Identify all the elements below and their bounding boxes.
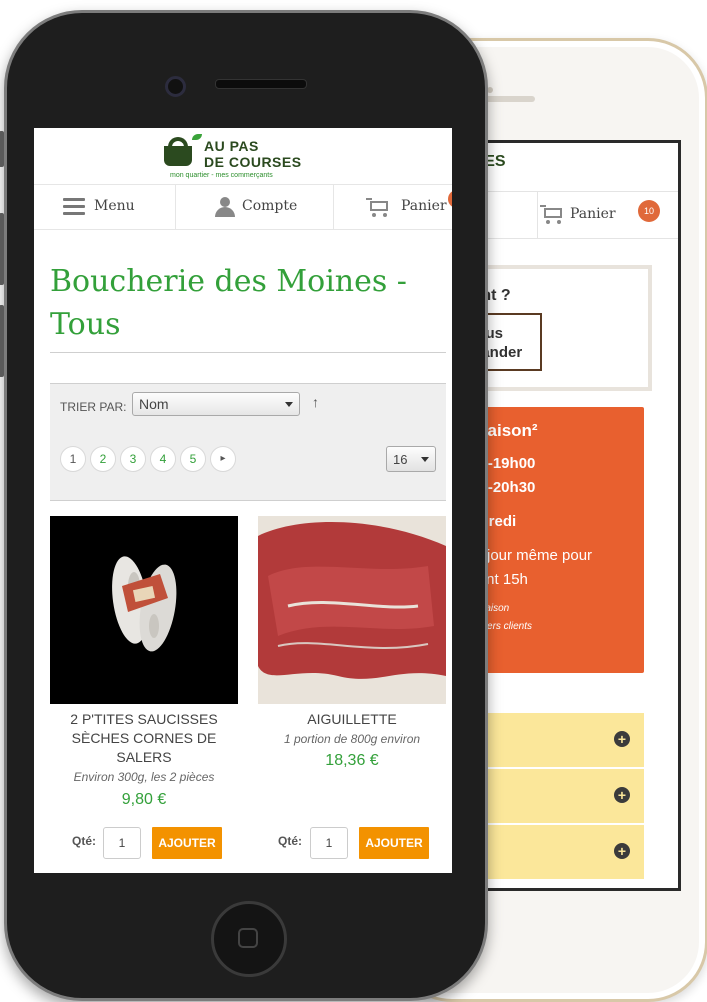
back-accordion-item-1[interactable]: + <box>462 713 644 769</box>
front-speaker <box>215 79 307 89</box>
back-phone-screen: RSES s pte Panier 10 ient ? vous mander … <box>462 140 681 891</box>
nav-cart-label: Panier <box>401 198 447 214</box>
page-title: Boucherie des Moines - Tous <box>50 264 407 342</box>
sort-direction-icon[interactable]: ↑ <box>312 394 319 410</box>
nav-account-button[interactable]: Compte <box>176 185 333 229</box>
user-icon <box>214 197 236 217</box>
front-phone-screen: AU PAS DE COURSES mon quartier - mes com… <box>34 128 452 873</box>
back-nav-divider <box>537 192 538 238</box>
front-camera-icon <box>165 76 186 97</box>
per-page-value: 16 <box>393 452 408 467</box>
product-name[interactable]: AIGUILLETTE <box>258 710 446 729</box>
product-description: Environ 300g, les 2 pièces <box>73 770 215 784</box>
sort-select-value: Nom <box>139 396 169 412</box>
nav-cart-button[interactable]: Panier <box>334 185 452 229</box>
logo-text-line2: DE COURSES <box>204 154 302 170</box>
chevron-down-icon <box>285 402 293 407</box>
page-link-3[interactable]: 3 <box>120 446 146 472</box>
listing-toolbar: TRIER PAR: Nom ↑ 1 2 3 4 5 ▸ 16 <box>50 383 446 501</box>
logo-tagline: mon quartier - mes commerçants <box>170 172 273 179</box>
nav-menu-label: Menu <box>94 198 135 214</box>
add-to-cart-button[interactable]: AJOUTER <box>152 827 222 859</box>
home-button[interactable] <box>211 901 287 977</box>
back-accordion-item-2[interactable]: + <box>462 769 644 825</box>
product-price: 9,80 € <box>121 791 167 808</box>
page-link-5[interactable]: 5 <box>180 446 206 472</box>
chevron-down-icon <box>421 457 429 462</box>
page-link-2[interactable]: 2 <box>90 446 116 472</box>
next-page-icon[interactable]: ▸ <box>210 446 236 472</box>
back-delivery-panel: livraison² h15-19h00 h45-20h30 endredi ²… <box>462 407 644 673</box>
basket-icon <box>164 146 192 166</box>
nav-menu-button[interactable]: Menu <box>34 185 175 229</box>
product-image[interactable] <box>258 516 446 704</box>
title-divider <box>50 352 446 353</box>
sort-select[interactable]: Nom <box>132 392 300 416</box>
plus-circle-icon[interactable]: + <box>614 787 630 803</box>
back-nav-cart-label[interactable]: Panier <box>570 206 616 222</box>
front-phone-volume-down <box>0 305 4 377</box>
main-nav: Menu Compte Panier <box>34 184 452 230</box>
quantity-label: Qté: <box>72 834 96 848</box>
product-image[interactable] <box>50 516 238 704</box>
product-description: 1 portion de 800g environ <box>283 732 421 746</box>
quantity-label: Qté: <box>278 834 302 848</box>
quantity-input[interactable]: 1 <box>310 827 348 859</box>
sort-label: TRIER PAR: <box>60 400 127 414</box>
cart-icon <box>366 198 392 218</box>
page-link-1[interactable]: 1 <box>60 446 86 472</box>
plus-circle-icon[interactable]: + <box>614 843 630 859</box>
back-cart-icon[interactable] <box>540 205 566 225</box>
leaf-icon <box>192 134 202 140</box>
back-nav-bar: pte Panier 10 <box>462 191 678 239</box>
hamburger-icon <box>63 198 85 216</box>
per-page-select[interactable]: 16 <box>386 446 436 472</box>
cart-count-badge <box>448 190 452 208</box>
product-name[interactable]: 2 P'TITES SAUCISSES SÈCHES CORNES DE SAL… <box>50 710 238 767</box>
back-accordion-item-3[interactable]: + <box>462 825 644 881</box>
nav-account-label: Compte <box>242 198 298 214</box>
front-phone-mute-switch <box>0 131 4 167</box>
back-client-box: ient ? vous mander <box>462 265 652 391</box>
quantity-input[interactable]: 1 <box>103 827 141 859</box>
front-phone-volume-up <box>0 213 4 285</box>
logo-text-line1: AU PAS <box>204 138 259 154</box>
home-square-icon <box>238 928 258 948</box>
product-price: 18,36 € <box>325 752 379 769</box>
add-to-cart-button[interactable]: AJOUTER <box>359 827 429 859</box>
plus-circle-icon[interactable]: + <box>614 731 630 747</box>
page-link-4[interactable]: 4 <box>150 446 176 472</box>
back-cart-count-badge: 10 <box>638 200 660 222</box>
site-logo[interactable]: AU PAS DE COURSES mon quartier - mes com… <box>160 134 330 182</box>
